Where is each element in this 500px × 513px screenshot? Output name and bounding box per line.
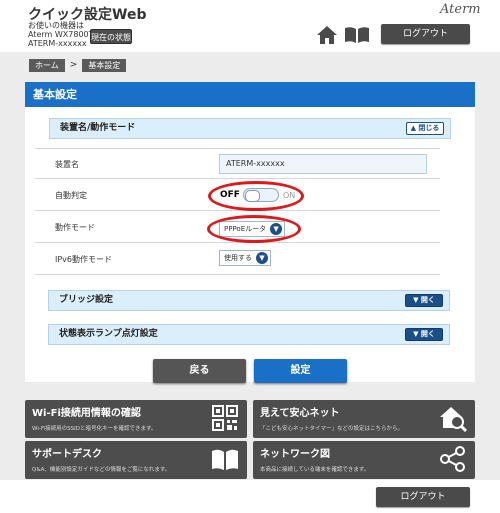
auto-detect-label: 自動判定 [55,191,87,200]
tile-title: ネットワーク図 [260,449,330,460]
tile-description: Wi-Fi接続用のSSIDと暗号化キーを確認できます。 [32,426,157,432]
toggle-switch[interactable] [242,188,279,202]
house-search-icon [440,407,467,432]
row-ipv6-mode: IPv6動作モード 使用する ▼ [35,244,440,275]
current-status-button[interactable]: 現在の状態 [90,29,132,44]
breadcrumb-home[interactable]: ホーム [29,58,65,72]
row-device-name: 装置名 ATERM-xxxxxx [35,148,440,179]
section-status-lamp[interactable]: 状態表示ランプ点灯設定 ▼ 開く [48,324,450,345]
breadcrumb-separator: > [69,60,78,70]
logout-button-top[interactable]: ログアウト [381,24,470,44]
operation-mode-label: 動作モード [55,223,95,232]
tile-title: 見えて安心ネット [260,408,340,419]
tile-safe-net[interactable]: 見えて安心ネット 「こども安心ネットタイマー」などの設定はこちらから。 [253,400,475,438]
home-icon[interactable] [316,25,338,45]
device-name-input[interactable]: ATERM-xxxxxx [219,154,427,174]
brand-logo: Aterm [440,2,481,17]
book-icon [212,449,238,470]
ipv6-mode-select[interactable]: 使用する ▼ [219,250,271,266]
manual-book-icon[interactable] [344,26,370,44]
toggle-on-label: ON [282,190,296,200]
tile-description: 「こども安心ネットタイマー」などの設定はこちらから。 [260,426,404,432]
chevron-down-icon: ▼ [413,296,419,304]
tile-description: 本商品に接続している端末を確認できます。 [260,467,370,473]
toggle-off-label: OFF [220,190,240,200]
collapse-button[interactable]: ▲ 閉じる [406,122,444,135]
page-title: 基本設定 [25,82,475,107]
tile-title: サポートデスク [32,449,102,460]
section-status-lamp-title: 状態表示ランプ点灯設定 [59,329,158,339]
tile-network-map[interactable]: ネットワーク図 本商品に接続している端末を確認できます。 [253,441,475,479]
breadcrumb: ホーム > 基本設定 [29,58,127,72]
expand-button[interactable]: ▼ 開く [405,294,443,307]
device-info: お使いの機器は Aterm WX7800T8 ATERM-xxxxxx [28,21,99,48]
ipv6-mode-label: IPv6動作モード [55,255,113,264]
network-diagram-icon [440,446,465,472]
header: クイック設定Web お使いの機器は Aterm WX7800T8 ATERM-x… [0,0,500,52]
device-name-label: 装置名 [55,160,79,169]
chevron-down-icon: ▼ [256,252,268,264]
device-model: Aterm WX7800T8 [28,30,99,39]
chevron-down-icon: ▼ [413,330,419,338]
expand-button[interactable]: ▼ 開く [405,328,443,341]
row-operation-mode: 動作モード PPPoEルータ ▼ [35,212,440,243]
auto-detect-toggle[interactable]: OFF ON [220,184,295,206]
section-device-mode-title: 装置名/動作モード [60,123,136,133]
tile-description: Q&A、機能別設定ガイドなどの情報をご覧になれます。 [32,467,171,473]
operation-mode-select[interactable]: PPPoEルータ ▼ [219,221,286,237]
logout-button-bottom[interactable]: ログアウト [376,487,470,507]
tile-support-desk[interactable]: サポートデスク Q&A、機能別設定ガイドなどの情報をご覧になれます。 [25,441,247,479]
section-bridge-title: ブリッジ設定 [59,295,114,305]
device-name: ATERM-xxxxxx [28,39,87,48]
row-auto-detect: 自動判定 OFF ON [35,180,440,211]
breadcrumb-current: 基本設定 [82,58,127,72]
device-label: お使いの機器は [28,21,84,30]
tile-wifi-info[interactable]: Wi-Fi接続用情報の確認 Wi-Fi接続用のSSIDと暗号化キーを確認できます… [25,400,247,438]
section-device-mode[interactable]: 装置名/動作モード ▲ 閉じる [49,118,451,139]
back-button[interactable]: 戻る [153,359,246,383]
qr-code-icon [212,405,238,431]
chevron-up-icon: ▲ [410,124,416,132]
apply-button[interactable]: 設定 [254,359,347,383]
chevron-down-icon: ▼ [270,223,283,235]
section-bridge[interactable]: ブリッジ設定 ▼ 開く [48,290,450,311]
tile-title: Wi-Fi接続用情報の確認 [32,408,141,419]
